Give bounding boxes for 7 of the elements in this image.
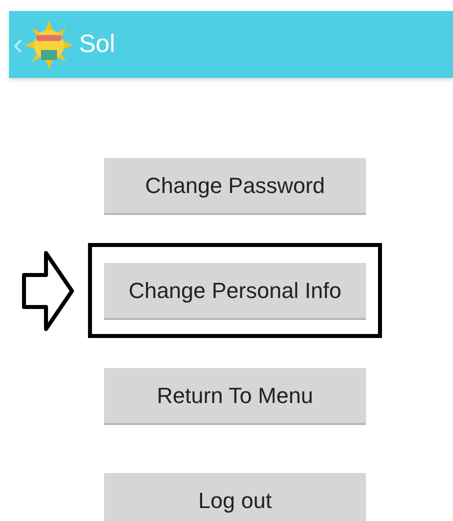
right-arrow-icon <box>22 251 74 331</box>
menu-button[interactable]: Change Personal Info <box>104 263 366 318</box>
app-title: Sol <box>79 30 116 59</box>
menu-button[interactable]: Change Password <box>104 158 366 213</box>
menu-button[interactable]: Log out <box>104 473 366 521</box>
menu-button[interactable]: Return To Menu <box>104 368 366 423</box>
sun-mascot-icon <box>25 20 73 68</box>
